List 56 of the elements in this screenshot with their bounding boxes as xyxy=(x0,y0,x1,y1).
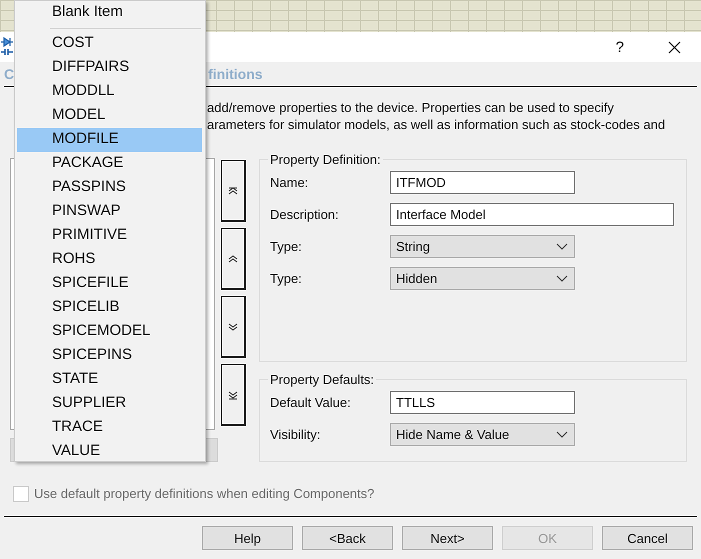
menu-item[interactable]: SPICEPINS xyxy=(17,344,202,368)
close-icon[interactable] xyxy=(668,40,681,54)
menu-item[interactable]: PACKAGE xyxy=(17,152,202,176)
menu-item[interactable]: SUPPLIER xyxy=(17,392,202,416)
menu-item[interactable]: Blank Item xyxy=(17,1,202,25)
field-label: Name: xyxy=(270,175,310,190)
group-title: Property Definition: xyxy=(269,152,382,167)
menu-item[interactable]: SPICEMODEL xyxy=(17,320,202,344)
component-icon xyxy=(1,37,13,57)
page-heading: C xyxy=(4,66,14,82)
dialog-button[interactable]: <Back xyxy=(302,526,393,550)
menu-item[interactable]: VALUE xyxy=(17,440,202,464)
menu-item[interactable]: MODEL xyxy=(17,104,202,128)
chevron-icon xyxy=(556,242,568,250)
chevron-icon xyxy=(556,274,568,282)
dialog-button[interactable]: Next> xyxy=(402,526,493,550)
move-bottom-icon xyxy=(226,388,240,400)
dropdown[interactable]: String xyxy=(390,235,575,258)
dropdown[interactable]: Hidden xyxy=(390,267,575,290)
move-button[interactable] xyxy=(221,364,246,426)
menu-item[interactable]: MODFILE xyxy=(17,128,202,152)
menu-item[interactable]: DIFFPAIRS xyxy=(17,56,202,80)
text-field[interactable]: ITFMOD xyxy=(390,171,575,194)
menu-item[interactable]: PINSWAP xyxy=(17,200,202,224)
move-top-icon xyxy=(226,184,240,196)
field-label: Visibility: xyxy=(270,427,322,442)
description-text: arameters for simulator models, as well as information such as stock-codes and xyxy=(207,116,666,133)
move-up-icon xyxy=(226,252,240,264)
menu-item[interactable]: ROHS xyxy=(17,248,202,272)
page-heading: finitions xyxy=(208,66,263,82)
move-down-icon xyxy=(226,320,240,332)
menu-item[interactable]: SPICEFILE xyxy=(17,272,202,296)
dialog-button[interactable]: Cancel xyxy=(602,526,693,550)
field-label: Description: xyxy=(270,207,340,222)
chevron-icon xyxy=(556,430,568,438)
dropdown[interactable]: Hide Name & Value xyxy=(390,423,575,446)
menu-item[interactable]: MODDLL xyxy=(17,80,202,104)
text-field[interactable]: TTLLS xyxy=(390,391,575,414)
menu-item[interactable]: COST xyxy=(17,32,202,56)
description-text: add/remove properties to the device. Properties can be used to specify xyxy=(207,99,615,116)
checkbox-label: Use default property definitions when editing Components? xyxy=(34,486,374,501)
menu-item[interactable]: PRIMITIVE xyxy=(17,224,202,248)
help-button[interactable]: ? xyxy=(616,38,624,56)
menu-item[interactable]: SPICELIB xyxy=(17,296,202,320)
menu-item[interactable]: STATE xyxy=(17,368,202,392)
field-label: Type: xyxy=(270,239,303,254)
menu-item[interactable]: PASSPINS xyxy=(17,176,202,200)
field-label: Type: xyxy=(270,271,303,286)
move-button[interactable] xyxy=(221,296,246,358)
move-button[interactable] xyxy=(221,160,246,222)
menu-item[interactable]: TRACE xyxy=(17,416,202,440)
text-field[interactable]: Interface Model xyxy=(390,203,674,226)
field-label: Default Value: xyxy=(270,395,352,410)
move-button[interactable] xyxy=(221,228,246,290)
dialog-button[interactable]: Help xyxy=(202,526,293,550)
group-title: Property Defaults: xyxy=(269,372,376,387)
